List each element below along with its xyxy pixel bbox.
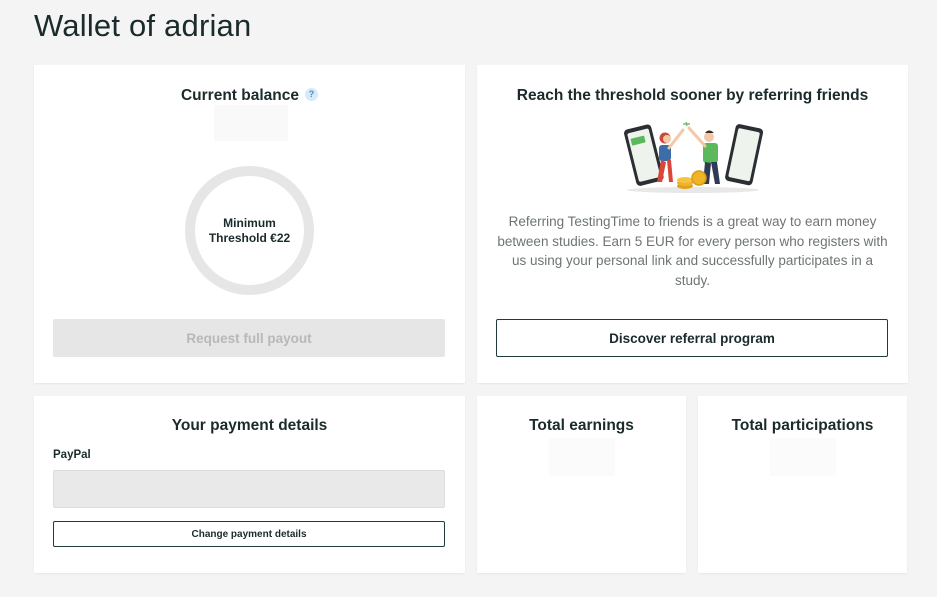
referral-description: Referring TestingTime to friends is a gr… (497, 214, 888, 288)
balance-card: Current balance? Minimum Threshold €22 R… (34, 65, 465, 383)
payment-title: Your payment details (171, 417, 328, 434)
balance-title-text: Current balance (180, 87, 299, 104)
question-icon[interactable]: ? (305, 88, 318, 101)
balance-amount-redacted (214, 105, 288, 141)
total-participations-card: Total participations (698, 396, 907, 573)
referral-title: Reach the threshold sooner by referring … (516, 87, 869, 104)
balance-title: Current balance? (34, 87, 465, 105)
total-earnings-card: Total earnings (477, 396, 686, 573)
change-payment-button[interactable]: Change payment details (53, 521, 445, 547)
discover-referral-button[interactable]: Discover referral program (496, 319, 888, 357)
threshold-label: Minimum Threshold €22 (208, 215, 291, 245)
threshold-ring: Minimum Threshold €22 (185, 166, 314, 295)
payment-details-card: Your payment details PayPal Change payme… (34, 396, 465, 573)
request-payout-button[interactable]: Request full payout (53, 319, 445, 357)
earnings-value-redacted (549, 438, 615, 476)
earnings-title: Total earnings (529, 417, 634, 434)
paypal-email-field[interactable] (53, 470, 445, 508)
participations-title: Total participations (731, 417, 874, 434)
paypal-label: PayPal (53, 449, 91, 461)
referral-card: Reach the threshold sooner by referring … (477, 65, 908, 383)
participations-value-redacted (770, 438, 836, 476)
page-title: Wallet of adrian (34, 8, 252, 43)
high-five-phones-illustration (624, 121, 763, 193)
